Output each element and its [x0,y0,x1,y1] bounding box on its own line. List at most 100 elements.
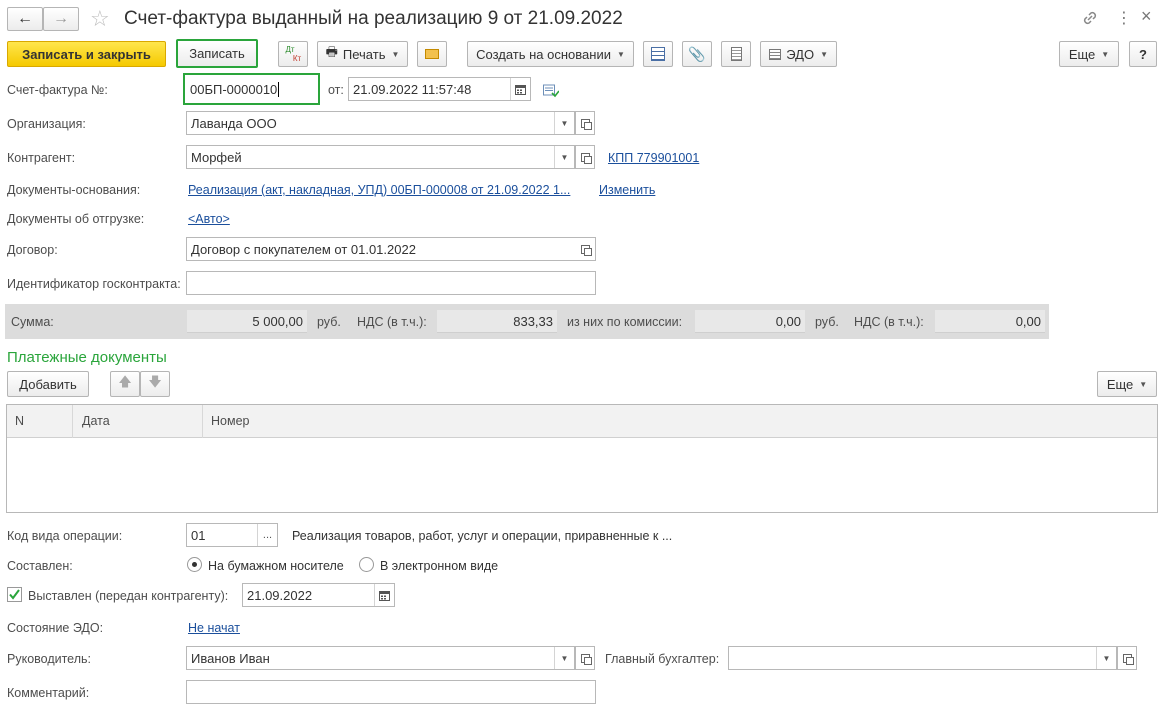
save-and-close-button[interactable]: Записать и закрыть [7,41,166,67]
head-field[interactable]: Иванов Иван ▼ [186,646,575,670]
date-from-label: от: [328,83,344,97]
sum-bar: Сумма: 5 000,00 руб. НДС (в т.ч.): 833,3… [5,304,1049,339]
electronic-option-label[interactable]: В электронном виде [380,559,498,573]
back-button[interactable]: ← [7,7,43,31]
op-code-description: Реализация товаров, работ, услуг и опера… [292,529,673,543]
arrow-up-icon: 🡅 [118,374,132,389]
invoice-number-label: Счет-фактура №: [7,83,108,97]
chevron-down-icon: ▼ [391,49,400,59]
gov-contract-field[interactable] [186,271,596,295]
comment-field[interactable] [186,680,596,704]
more-button[interactable]: Еще ▼ [1059,41,1119,67]
checkmark-icon [9,589,20,600]
change-basis-link[interactable]: Изменить [599,183,655,197]
counterparty-value: Морфей [191,149,242,165]
date-value: 21.09.2022 11:57:48 [353,81,472,97]
star-icon[interactable]: ☆ [90,6,110,32]
paperclip-icon: 📎 [688,45,706,62]
forward-button[interactable]: → [43,7,79,31]
column-n[interactable]: N [7,405,73,438]
contract-open-button[interactable] [575,238,595,260]
page-title: Счет-фактура выданный на реализацию 9 от… [124,8,623,29]
dt-kt-button[interactable]: Дт Кт [278,41,308,67]
close-icon[interactable]: × [1141,6,1152,27]
chevron-down-icon: ▼ [820,49,828,59]
edo-state-link[interactable]: Не начат [188,621,240,635]
edo-button[interactable]: ЭДО ▼ [760,41,837,67]
chevron-down-icon[interactable]: ▼ [554,112,574,134]
column-date[interactable]: Дата [73,405,203,438]
chevron-down-icon: ▼ [1101,49,1110,59]
save-button[interactable]: Записать [176,39,258,68]
paper-option-label[interactable]: На бумажном носителе [208,559,344,573]
structure-button[interactable] [643,41,673,67]
date-field[interactable]: 21.09.2022 11:57:48 [348,77,531,101]
counterparty-field[interactable]: Морфей ▼ [186,145,575,169]
create-basis-label: Создать на основании [476,46,611,62]
composed-label: Составлен: [7,559,73,573]
vat-value-2: 0,00 [935,310,1045,333]
menu-icon[interactable]: ⋮ [1116,8,1132,28]
edo-label: ЭДО [786,46,815,62]
link-icon[interactable] [1081,9,1099,27]
chief-accountant-label: Главный бухгалтер: [605,652,720,666]
payments-more-label: Еще [1106,376,1134,392]
issued-checkbox[interactable] [7,587,22,602]
structure-icon [651,47,665,61]
currency-label-1: руб. [317,315,341,329]
email-button[interactable] [417,41,447,67]
calendar-icon[interactable] [510,78,530,100]
op-code-field[interactable]: 01 ... [186,523,278,547]
create-basis-button[interactable]: Создать на основании ▼ [467,41,634,67]
shipping-docs-label: Документы об отгрузке: [7,212,145,226]
counterparty-label: Контрагент: [7,151,76,165]
chief-accountant-open-button[interactable] [1117,646,1137,670]
attach-button[interactable]: 📎 [682,41,712,67]
organization-field[interactable]: Лаванда ООО ▼ [186,111,575,135]
counterparty-open-button[interactable] [575,145,595,169]
commission-label: из них по комиссии: [567,315,683,329]
print-button[interactable]: 🖶 Печать ▼ [317,41,408,67]
report-button[interactable] [721,41,751,67]
move-down-button[interactable]: 🡇 [140,371,170,397]
chevron-down-icon: ▼ [616,49,625,59]
arrow-down-icon: 🡇 [148,374,162,389]
basis-docs-link[interactable]: Реализация (акт, накладная, УПД) 00БП-00… [188,183,570,197]
op-code-select-button[interactable]: ... [257,524,277,546]
chevron-down-icon[interactable]: ▼ [1096,647,1116,669]
add-payment-button[interactable]: Добавить [7,371,89,397]
edit-record-icon[interactable] [543,84,560,98]
calendar-icon[interactable] [374,584,394,606]
table-header: N Дата Номер [7,405,1157,438]
envelope-icon [425,49,439,59]
payments-table: N Дата Номер [6,404,1158,513]
chevron-down-icon[interactable]: ▼ [554,146,574,168]
invoice-number-field[interactable]: 00БП-0000010 [183,73,320,105]
head-label: Руководитель: [7,652,92,666]
op-code-value: 01 [191,527,206,543]
organization-open-button[interactable] [575,111,595,135]
head-open-button[interactable] [575,646,595,670]
chief-accountant-field[interactable]: ▼ [728,646,1117,670]
column-number[interactable]: Номер [203,405,603,438]
vat-label-1: НДС (в т.ч.): [357,315,427,329]
document-icon [730,47,742,61]
paper-radio[interactable] [187,557,202,572]
issued-date-field[interactable]: 21.09.2022 [242,583,395,607]
open-icon [580,152,592,164]
organization-label: Организация: [7,117,86,131]
contract-label: Договор: [7,243,58,257]
kpp-link[interactable]: КПП 779901001 [608,151,699,165]
shipping-docs-link[interactable]: <Авто> [188,212,230,226]
help-button[interactable]: ? [1129,41,1157,67]
payments-more-button[interactable]: Еще ▼ [1097,371,1157,397]
chevron-down-icon[interactable]: ▼ [554,647,574,669]
move-up-button[interactable]: 🡅 [110,371,140,397]
electronic-radio[interactable] [359,557,374,572]
open-icon [580,118,592,130]
issued-label[interactable]: Выставлен (передан контрагенту): [28,589,228,603]
basis-docs-label: Документы-основания: [7,183,141,197]
contract-value: Договор с покупателем от 01.01.2022 [191,241,416,257]
currency-label-2: руб. [815,315,839,329]
contract-field[interactable]: Договор с покупателем от 01.01.2022 [186,237,596,261]
